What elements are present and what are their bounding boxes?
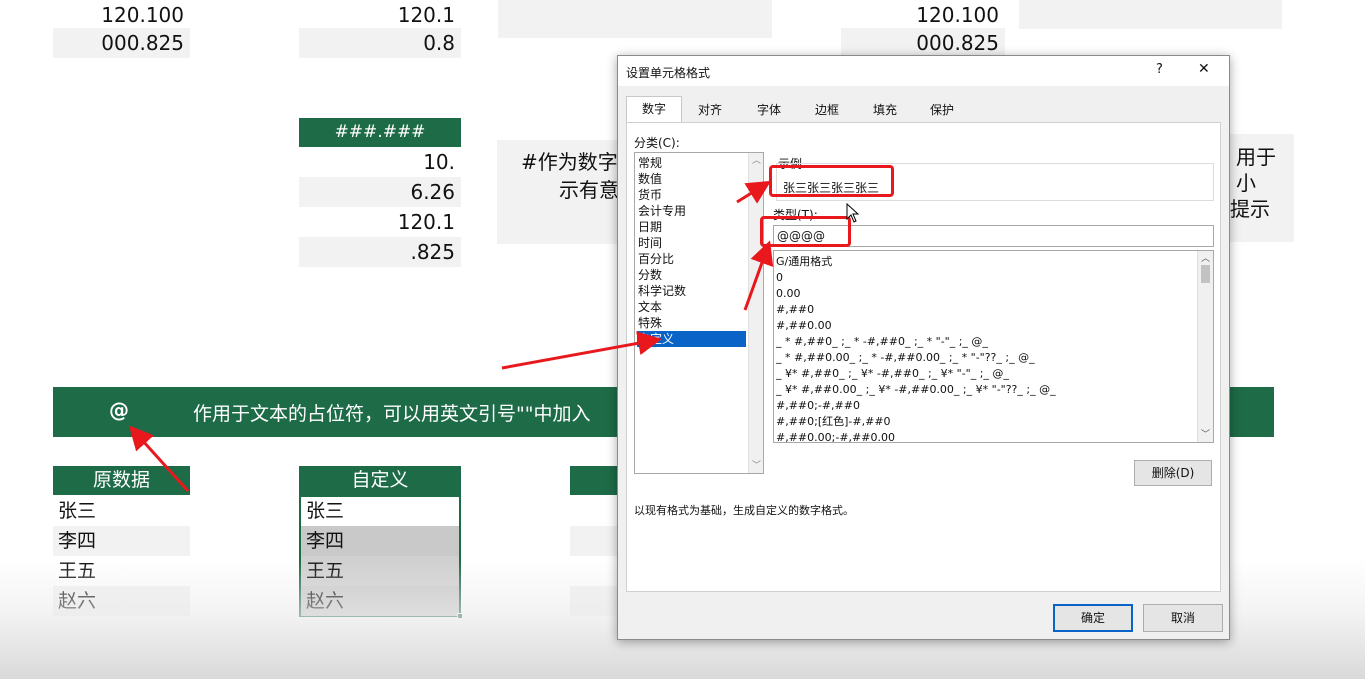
mouse-cursor-icon: [846, 203, 860, 223]
annotation-arrows: [128, 180, 774, 493]
arrow-to-sample: [736, 180, 772, 204]
arrow-to-custom-category: [501, 331, 662, 370]
arrow-to-at-symbol: [128, 425, 190, 493]
arrow-to-type: [743, 240, 774, 311]
